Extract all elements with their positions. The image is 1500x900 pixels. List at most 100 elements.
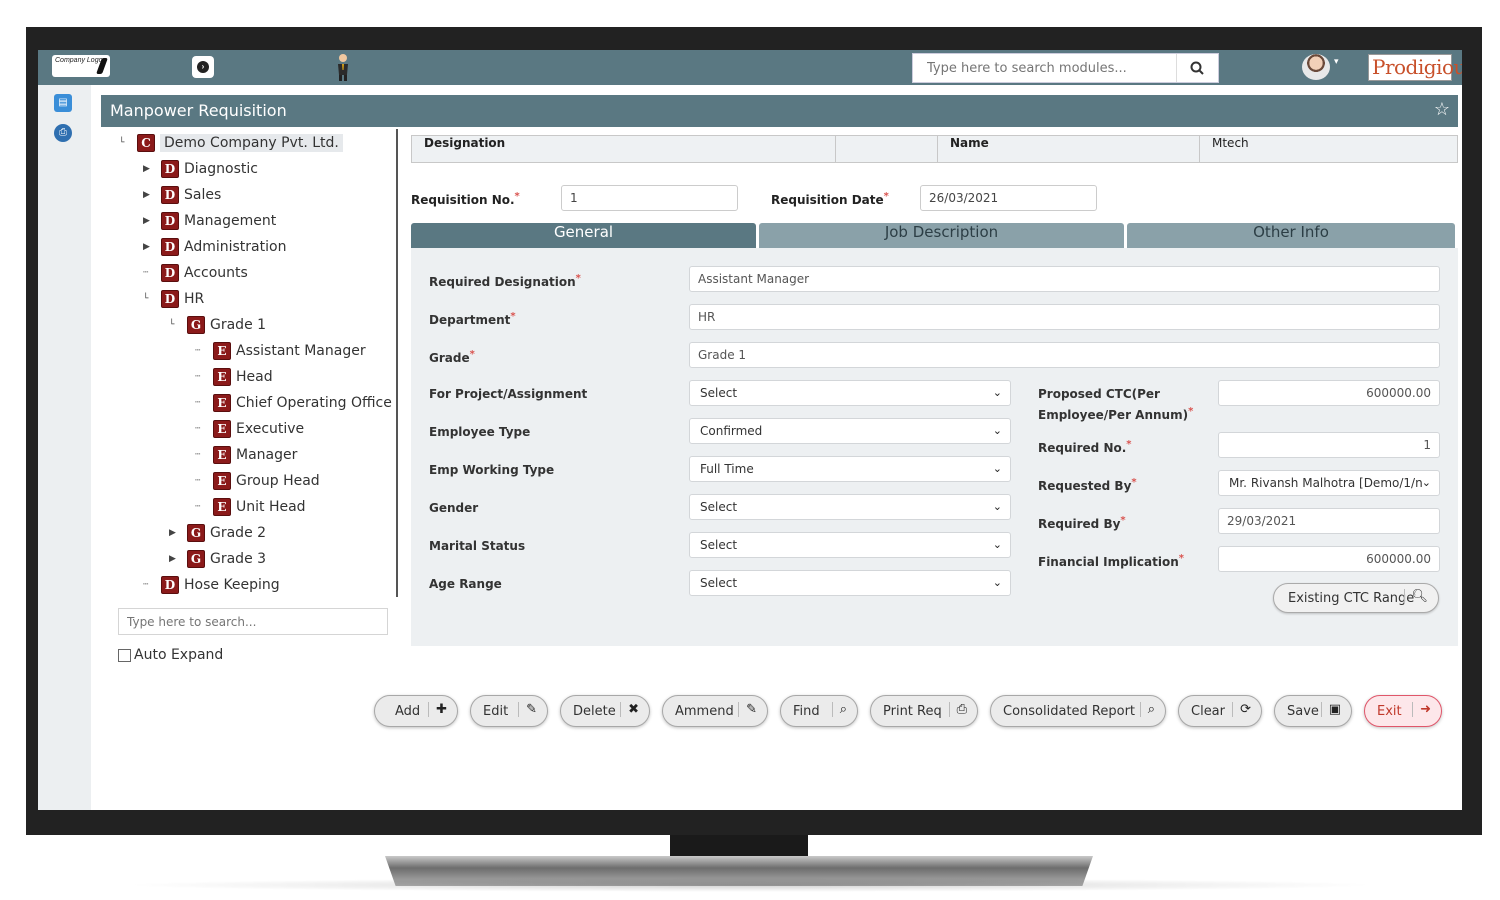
user-figure-icon[interactable] — [335, 53, 351, 81]
tree-node-diagnostic[interactable]: ▶ D Diagnostic — [143, 158, 258, 180]
tree-node-label: Assistant Manager — [236, 343, 366, 359]
requested-by-select[interactable]: Mr. Rivansh Malhotra [Demo/1/n ⌄ — [1218, 470, 1440, 496]
menu-toggle-button[interactable]: › — [192, 56, 214, 78]
tree-node-chief-operating-office[interactable]: ┄ E Chief Operating Office — [195, 392, 392, 414]
expand-arrow-icon[interactable]: ▶ — [169, 554, 179, 564]
chevron-down-icon: ⌄ — [1421, 476, 1431, 489]
expand-arrow-icon[interactable]: ▶ — [169, 528, 179, 538]
tree-node-label: Sales — [184, 187, 222, 203]
tree-node-hr[interactable]: └ D HR — [143, 288, 204, 310]
modules-icon[interactable]: ▤ — [54, 94, 72, 112]
proposed-ctc-field[interactable]: 600000.00 — [1218, 380, 1440, 406]
tab-other-info[interactable]: Other Info — [1127, 223, 1455, 248]
expand-arrow-icon[interactable]: ▶ — [143, 216, 153, 226]
tree-node-head[interactable]: ┄ E Head — [195, 366, 273, 388]
expand-arrow-icon[interactable]: ▶ — [143, 164, 153, 174]
required-marker: * — [1126, 439, 1132, 450]
required-no-field[interactable]: 1 — [1218, 432, 1440, 458]
working-type-select-value: Full Time — [700, 462, 754, 476]
tree-connector-icon: ┄ — [143, 268, 149, 278]
project-select[interactable]: Select ⌄ — [689, 380, 1011, 406]
financial-implication-field[interactable]: 600000.00 — [1218, 546, 1440, 572]
tree-connector-icon: ┄ — [195, 450, 201, 460]
employee-type-select[interactable]: Confirmed ⌄ — [689, 418, 1011, 444]
tree-node-label: Grade 2 — [210, 525, 267, 541]
tree-node-sales[interactable]: ▶ D Sales — [143, 184, 221, 206]
user-avatar[interactable] — [1302, 54, 1330, 80]
project-label: For Project/Assignment — [429, 387, 588, 401]
requisition-no-field[interactable]: 1 — [561, 185, 738, 211]
tree-node-executive[interactable]: ┄ E Executive — [195, 418, 304, 440]
chevron-down-icon: ⌄ — [992, 538, 1002, 551]
tree-node-grade-3[interactable]: ▶ G Grade 3 — [169, 548, 266, 570]
tree-node-grade-2[interactable]: ▶ G Grade 2 — [169, 522, 266, 544]
tree-node-unit-head[interactable]: ┄ E Unit Head — [195, 496, 306, 518]
module-search-input[interactable] — [913, 54, 1177, 82]
grade-badge-icon: G — [187, 524, 205, 542]
required-designation-field[interactable]: Assistant Manager — [689, 266, 1440, 292]
tree-node-accounts[interactable]: ┄ D Accounts — [143, 262, 248, 284]
department-label-text: Department — [429, 313, 511, 327]
requisition-date-field[interactable]: 26/03/2021 — [920, 185, 1097, 211]
chevron-down-icon: ⌄ — [992, 576, 1002, 589]
delete-button[interactable]: Delete ✖ — [560, 695, 650, 727]
auto-expand-checkbox[interactable] — [118, 648, 131, 662]
form-tabs: General Job Description Other Info — [411, 223, 1456, 248]
required-by-field[interactable]: 29/03/2021 — [1218, 508, 1440, 534]
tree-node-grade-1[interactable]: └ G Grade 1 — [169, 314, 266, 336]
expand-arrow-icon[interactable]: ▶ — [143, 190, 153, 200]
expand-arrow-icon[interactable]: ▶ — [143, 242, 153, 252]
tab-general[interactable]: General — [411, 223, 756, 248]
action-bar: Add ✚ Edit ✎ Delete ✖ Ammend ✎ Find ⌕ Print R… — [374, 695, 1458, 731]
find-button[interactable]: Find ⌕ — [780, 695, 858, 727]
tree-node-label: Diagnostic — [184, 161, 258, 177]
proposed-ctc-label: Proposed CTC(Per Employee/Per Annum)* — [1038, 385, 1198, 424]
tree-connector-icon: └ — [119, 138, 125, 148]
department-badge-icon: D — [161, 264, 179, 282]
edit-button[interactable]: Edit ✎ — [470, 695, 548, 727]
caret-down-icon[interactable]: ▾ — [1334, 56, 1339, 67]
required-by-label: Required By* — [1038, 512, 1126, 533]
auto-expand-option[interactable]: Auto Expand — [118, 647, 223, 663]
tree-node-assistant-manager[interactable]: ┄ E Assistant Manager — [195, 340, 366, 362]
tree-node-group-head[interactable]: ┄ E Group Head — [195, 470, 320, 492]
department-badge-icon: D — [161, 160, 179, 178]
age-range-select[interactable]: Select ⌄ — [689, 570, 1011, 596]
exit-button[interactable]: Exit ➜ — [1364, 695, 1442, 727]
marital-status-select-value: Select — [700, 538, 738, 552]
consolidated-report-button[interactable]: Consolidated Report ⌕ — [990, 695, 1166, 727]
favorite-star-icon[interactable]: ☆ — [1434, 99, 1450, 120]
tab-job-description[interactable]: Job Description — [759, 223, 1124, 248]
print-req-button[interactable]: Print Req ⎙ — [870, 695, 978, 727]
tree-root-label: Demo Company Pvt. Ltd. — [160, 134, 343, 152]
save-button[interactable]: Save ▣ — [1274, 695, 1352, 727]
auto-expand-label: Auto Expand — [134, 647, 224, 663]
required-marker: * — [575, 273, 581, 284]
grade-field[interactable]: Grade 1 — [689, 342, 1440, 368]
tree-node-administration[interactable]: ▶ D Administration — [143, 236, 286, 258]
tree-node-label: HR — [184, 291, 205, 307]
tree-root[interactable]: └ C Demo Company Pvt. Ltd. — [119, 132, 343, 154]
gender-select[interactable]: Select ⌄ — [689, 494, 1011, 520]
search-button[interactable] — [1176, 54, 1218, 82]
required-designation-label-text: Required Designation — [429, 275, 576, 289]
department-field[interactable]: HR — [689, 304, 1440, 330]
clear-button[interactable]: Clear ⟳ — [1178, 695, 1262, 727]
tree-search-input[interactable] — [118, 608, 388, 635]
requested-by-label: Requested By* — [1038, 474, 1137, 495]
tree-node-manager[interactable]: ┄ E Manager — [195, 444, 297, 466]
company-logo[interactable]: Company Logo — [52, 55, 110, 77]
tree-node-label: Chief Operating Office — [236, 395, 392, 411]
tree-node-management[interactable]: ▶ D Management — [143, 210, 276, 232]
requisition-date-label: Requisition Date* — [771, 191, 889, 207]
add-button[interactable]: Add ✚ — [374, 695, 458, 727]
tree-node-hose-keeping[interactable]: ┄ D Hose Keeping — [143, 574, 280, 596]
employee-badge-icon: E — [213, 420, 231, 438]
employee-badge-icon: E — [213, 368, 231, 386]
edit-button-label: Edit — [483, 703, 509, 719]
print-icon[interactable]: ⎙ — [54, 124, 72, 142]
marital-status-select[interactable]: Select ⌄ — [689, 532, 1011, 558]
amend-button[interactable]: Ammend ✎ — [662, 695, 768, 727]
existing-ctc-range-button[interactable]: Existing CTC Range 🔍︎ — [1273, 583, 1439, 613]
working-type-select[interactable]: Full Time ⌄ — [689, 456, 1011, 482]
